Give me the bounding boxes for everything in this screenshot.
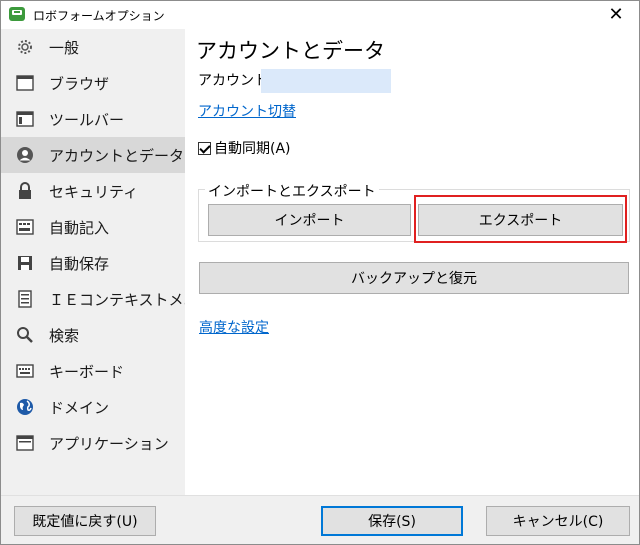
sidebar-item-general[interactable]: 一般: [1, 29, 185, 65]
sidebar-item-autofill[interactable]: 自動記入: [1, 209, 185, 245]
sidebar-item-label: 検索: [49, 326, 80, 345]
footer-bar: 既定値に戻す(U) 保存(S) キャンセル(C): [1, 495, 639, 544]
sidebar-item-domain[interactable]: ドメイン: [1, 389, 185, 425]
sidebar-item-applications[interactable]: アプリケーション: [1, 425, 185, 461]
auto-sync-label: 自動同期(A): [214, 141, 291, 157]
import-button[interactable]: インポート: [208, 204, 411, 236]
checkbox-checked-icon[interactable]: [198, 141, 211, 155]
sidebar-item-label: 一般: [49, 38, 80, 57]
sidebar-item-search[interactable]: 検索: [1, 317, 185, 353]
search-icon: [15, 325, 35, 345]
context-menu-icon: [15, 289, 35, 309]
sidebar-item-label: ツールバー: [49, 110, 125, 129]
title-bar: ロボフォームオプション ✕: [1, 1, 639, 29]
lock-icon: [15, 181, 35, 201]
application-window-icon: [15, 433, 35, 453]
sidebar-item-label: 自動記入: [49, 218, 110, 237]
options-window: ロボフォームオプション ✕ 一般 ブラウザ ツールバー アカウントとデータ セキ…: [0, 0, 640, 545]
import-export-group-title: インポートとエクスポート: [205, 181, 379, 201]
roboform-app-icon: [9, 7, 25, 21]
sidebar-item-security[interactable]: セキュリティ: [1, 173, 185, 209]
sidebar-item-label: ドメイン: [49, 398, 110, 417]
auto-sync-checkbox[interactable]: 自動同期(A): [198, 138, 291, 158]
sidebar-item-label: キーボード: [49, 362, 125, 381]
account-value-redacted: [261, 69, 391, 93]
gear-icon: [15, 37, 35, 57]
reset-defaults-button[interactable]: 既定値に戻す(U): [14, 506, 156, 536]
save-disk-icon: [15, 253, 35, 273]
advanced-settings-link[interactable]: 高度な設定: [199, 317, 269, 337]
sidebar-item-browser[interactable]: ブラウザ: [1, 65, 185, 101]
sidebar-item-account-data[interactable]: アカウントとデータ: [1, 137, 185, 173]
export-button[interactable]: エクスポート: [418, 204, 623, 236]
sidebar-item-ie-context-menu[interactable]: ＩＥコンテキストメニ: [1, 281, 199, 317]
sidebar-item-label: ＩＥコンテキストメニ: [49, 290, 199, 309]
close-button[interactable]: ✕: [601, 3, 631, 27]
sidebar-item-label: ブラウザ: [49, 74, 110, 93]
toolbar-icon: [15, 109, 35, 129]
user-icon: [15, 145, 35, 165]
browser-window-icon: [15, 73, 35, 93]
window-title: ロボフォームオプション: [33, 9, 165, 23]
sidebar-item-toolbar[interactable]: ツールバー: [1, 101, 185, 137]
sidebar-item-label: アカウントとデータ: [49, 146, 185, 165]
main-panel: アカウントとデータ アカウント: アカウント切替 自動同期(A) インポートとエ…: [185, 29, 639, 495]
sidebar-item-autosave[interactable]: 自動保存: [1, 245, 185, 281]
globe-icon: [15, 397, 35, 417]
sidebar-item-label: 自動保存: [49, 254, 110, 273]
sidebar-item-keyboard[interactable]: キーボード: [1, 353, 185, 389]
form-fill-icon: [15, 217, 35, 237]
sidebar-nav: 一般 ブラウザ ツールバー アカウントとデータ セキュリティ 自動記入 自動保存…: [1, 29, 199, 495]
save-button[interactable]: 保存(S): [321, 506, 463, 536]
page-title: アカウントとデータ: [196, 39, 385, 63]
sidebar-item-label: アプリケーション: [49, 434, 169, 453]
sidebar-item-label: セキュリティ: [49, 182, 139, 201]
backup-restore-button[interactable]: バックアップと復元: [199, 262, 629, 294]
keyboard-icon: [15, 361, 35, 381]
cancel-button[interactable]: キャンセル(C): [486, 506, 630, 536]
switch-account-link[interactable]: アカウント切替: [198, 101, 296, 121]
